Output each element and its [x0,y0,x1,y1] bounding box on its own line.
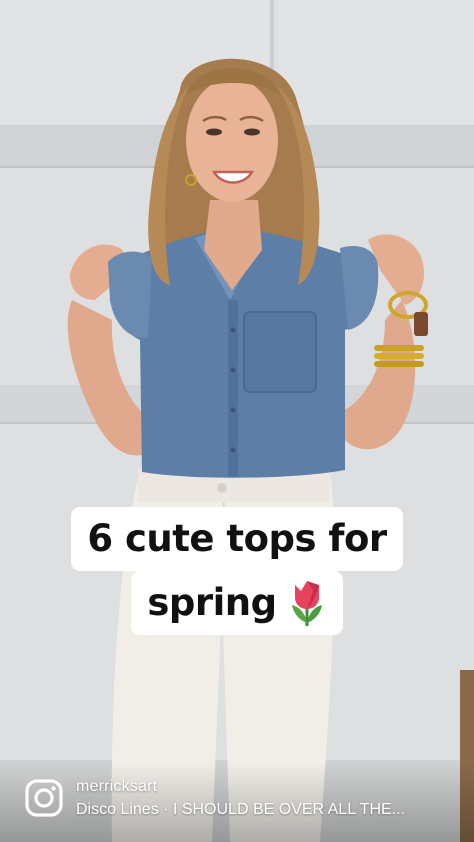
pants-button [217,483,227,493]
shirt-button-2 [230,367,236,373]
caption-line-1: 6 cute tops for [0,507,474,571]
username[interactable]: merricksart [76,778,157,796]
right-eye [244,128,260,136]
tulip-icon [291,581,322,626]
caption-line-2: spring [0,571,474,635]
video-scene [0,0,474,842]
shirt-button-4 [230,447,236,453]
shirt-button-3 [230,407,236,413]
audio-track-label[interactable]: Disco Lines · I SHOULD BE OVER ALL THE..… [76,801,474,819]
instagram-icon[interactable] [24,778,64,818]
gold-bangle-1 [374,345,424,351]
caption-text-1: 6 cute tops for [71,507,403,571]
gold-bangle-2 [374,353,424,359]
shirt-chest-pocket [243,311,317,393]
caption-text-2: spring [147,581,277,624]
reel-frame[interactable]: 6 cute tops for spring merricksart Disco… [0,0,474,842]
left-eye [206,128,222,136]
gold-bangle-3 [374,361,424,367]
shirt-button-1 [230,327,236,333]
caption-pill-2: spring [131,571,343,635]
watch-strap [414,312,428,336]
wall-panel-top-right [278,0,474,125]
